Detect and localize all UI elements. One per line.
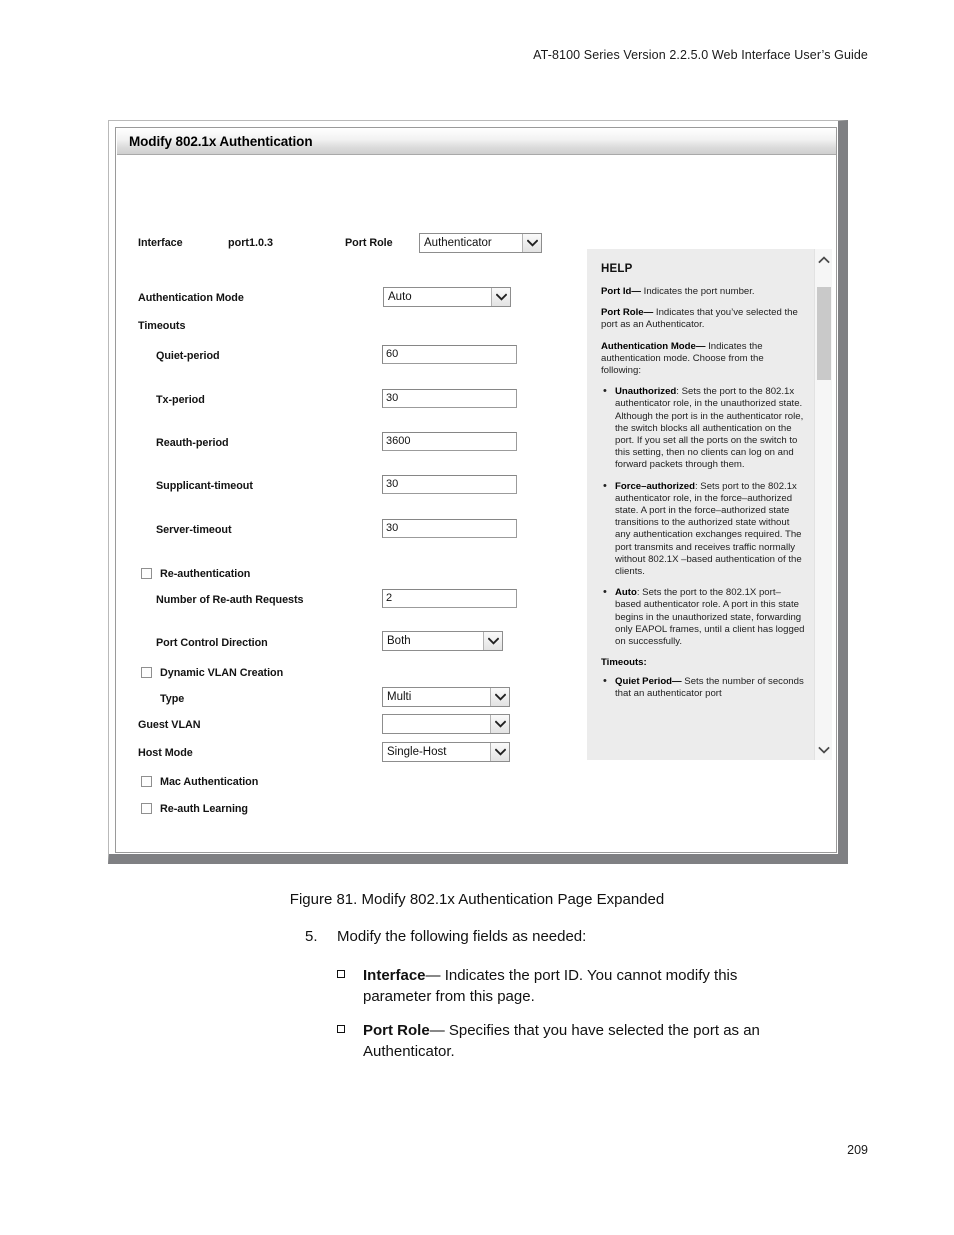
- host-mode-label: Host Mode: [138, 747, 193, 759]
- chevron-down-icon: [483, 632, 502, 650]
- bullet-text: Interface— Indicates the port ID. You ca…: [363, 965, 807, 1007]
- type-label: Type: [160, 693, 185, 705]
- chevron-down-icon: [490, 743, 509, 761]
- mac-authentication-label: Mac Authentication: [160, 776, 259, 788]
- port-role-select[interactable]: Authenticator: [419, 233, 542, 253]
- list-item: Interface— Indicates the port ID. You ca…: [337, 965, 807, 1007]
- step-item: 5. Modify the following fields as needed…: [305, 928, 586, 945]
- help-panel: HELP Port Id— Indicates the port number.…: [587, 249, 832, 760]
- help-term: Unauthorized: [615, 386, 677, 398]
- help-term: Authentication Mode—: [601, 340, 706, 352]
- re-auth-learning-label: Re-auth Learning: [160, 803, 248, 815]
- help-paragraph: Authentication Mode— Indicates the authe…: [601, 341, 806, 378]
- guest-vlan-select[interactable]: [382, 714, 510, 734]
- square-bullet-icon: [337, 1025, 345, 1033]
- dynamic-vlan-creation-checkbox[interactable]: [141, 667, 152, 678]
- tx-period-label: Tx-period: [156, 394, 205, 406]
- help-timeouts-list: Quiet Period— Sets the number of seconds…: [601, 675, 806, 700]
- authentication-mode-select[interactable]: Auto: [383, 287, 511, 307]
- help-scrollbar[interactable]: [814, 249, 832, 760]
- running-head: AT-8100 Series Version 2.2.5.0 Web Inter…: [533, 48, 868, 62]
- screenshot-figure-frame: Modify 802.1x Authentication Interface p…: [108, 120, 848, 864]
- help-paragraph: Port Id— Indicates the port number.: [601, 286, 806, 298]
- dynamic-vlan-creation-label: Dynamic VLAN Creation: [160, 667, 284, 679]
- help-text: : Sets port to the 802.1x authenticator …: [615, 480, 802, 578]
- chevron-down-icon: [490, 688, 509, 706]
- window-title: Modify 802.1x Authentication: [129, 134, 313, 149]
- help-term: Auto: [615, 587, 637, 599]
- bullet-term: Interface: [363, 967, 426, 984]
- port-control-direction-label: Port Control Direction: [156, 637, 268, 649]
- interface-label: Interface: [138, 237, 183, 249]
- list-item: Quiet Period— Sets the number of seconds…: [601, 675, 806, 700]
- help-text: Indicates the port number.: [640, 286, 755, 297]
- reauth-requests-label: Number of Re-auth Requests: [156, 594, 304, 606]
- port-control-direction-select[interactable]: Both: [382, 631, 503, 651]
- help-content: HELP Port Id— Indicates the port number.…: [587, 249, 814, 760]
- server-timeout-label: Server-timeout: [156, 524, 232, 536]
- quiet-period-label: Quiet-period: [156, 350, 220, 362]
- guest-vlan-label: Guest VLAN: [138, 719, 201, 731]
- supplicant-timeout-input[interactable]: 30: [382, 475, 517, 494]
- server-timeout-input[interactable]: 30: [382, 519, 517, 538]
- form-area: Interface port1.0.3 Port Role Authentica…: [116, 155, 836, 852]
- help-mode-list: Unauthorized: Sets the port to the 802.1…: [601, 385, 806, 648]
- host-mode-select-value: Single-Host: [387, 746, 447, 758]
- reauth-requests-input[interactable]: 2: [382, 589, 517, 608]
- square-bullet-icon: [337, 970, 345, 978]
- port-control-direction-select-value: Both: [387, 635, 411, 647]
- help-text: : Sets the port to the 802.1X port–based…: [615, 587, 805, 648]
- list-item: Port Role— Specifies that you have selec…: [337, 1020, 807, 1062]
- authentication-mode-select-value: Auto: [388, 291, 412, 303]
- port-role-label: Port Role: [345, 237, 393, 249]
- help-text: : Sets the port to the 802.1x authentica…: [615, 386, 804, 471]
- help-term: Force–authorized: [615, 480, 695, 492]
- bullet-term: Port Role: [363, 1022, 430, 1039]
- supplicant-timeout-label: Supplicant-timeout: [156, 480, 253, 492]
- tx-period-input[interactable]: 30: [382, 389, 517, 408]
- list-item: Auto: Sets the port to the 802.1X port–b…: [601, 586, 806, 648]
- step-number: 5.: [305, 928, 318, 945]
- chevron-down-icon: [491, 288, 510, 306]
- host-mode-select[interactable]: Single-Host: [382, 742, 510, 762]
- scrollbar-thumb[interactable]: [817, 287, 831, 380]
- authentication-mode-label: Authentication Mode: [138, 292, 244, 304]
- step-text: Modify the following fields as needed:: [337, 928, 587, 945]
- figure-caption: Figure 81. Modify 802.1x Authentication …: [289, 891, 665, 908]
- page-number: 209: [847, 1143, 868, 1157]
- browser-page: Modify 802.1x Authentication Interface p…: [115, 127, 837, 853]
- quiet-period-input[interactable]: 60: [382, 345, 517, 364]
- list-item: Force–authorized: Sets port to the 802.1…: [601, 480, 806, 579]
- scroll-up-icon[interactable]: [815, 251, 832, 268]
- bullet-text: Port Role— Specifies that you have selec…: [363, 1020, 807, 1062]
- timeouts-label: Timeouts: [138, 320, 186, 332]
- re-authentication-checkbox[interactable]: [141, 568, 152, 579]
- chevron-down-icon: [522, 234, 541, 252]
- help-term: Quiet Period—: [615, 676, 682, 688]
- help-term: Port Role—: [601, 307, 654, 319]
- re-authentication-label: Re-authentication: [160, 568, 251, 580]
- re-auth-learning-checkbox[interactable]: [141, 803, 152, 814]
- help-timeouts-heading: Timeouts:: [601, 657, 647, 669]
- chevron-down-icon: [490, 715, 509, 733]
- help-paragraph: Port Role— Indicates that you’ve selecte…: [601, 307, 806, 331]
- bullet-list: Interface— Indicates the port ID. You ca…: [337, 965, 807, 1075]
- window-title-bar: Modify 802.1x Authentication: [117, 129, 836, 155]
- reauth-period-input[interactable]: 3600: [382, 432, 517, 451]
- reauth-period-label: Reauth-period: [156, 437, 229, 449]
- type-select[interactable]: Multi: [382, 687, 510, 707]
- mac-authentication-checkbox[interactable]: [141, 776, 152, 787]
- help-term: Port Id—: [601, 286, 641, 297]
- port-role-select-value: Authenticator: [424, 237, 492, 249]
- interface-value: port1.0.3: [228, 237, 274, 249]
- help-title: HELP: [601, 263, 633, 275]
- list-item: Unauthorized: Sets the port to the 802.1…: [601, 385, 806, 471]
- scroll-down-icon[interactable]: [815, 741, 832, 758]
- type-select-value: Multi: [387, 691, 412, 703]
